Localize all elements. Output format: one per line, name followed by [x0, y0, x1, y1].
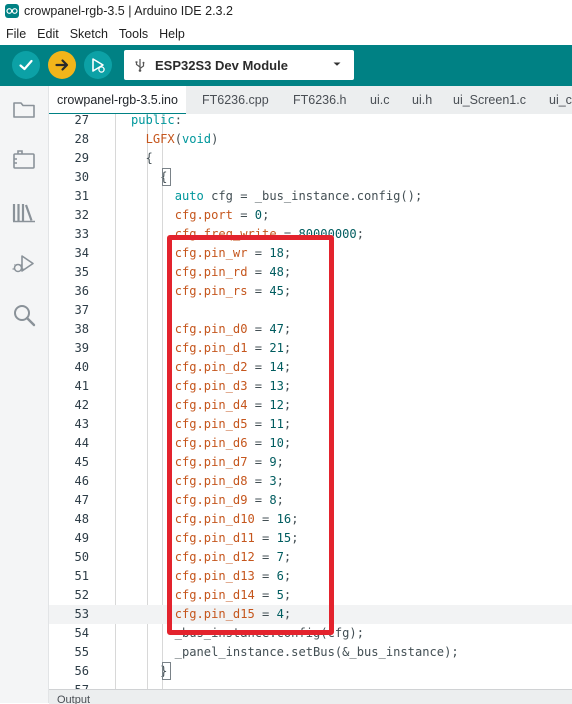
editor-tabs: crowpanel-rgb-3.5.ino FT6236.cpp FT6236.… [49, 86, 572, 115]
menu-sketch[interactable]: Sketch [64, 27, 113, 41]
output-panel: Output [49, 689, 572, 704]
code-text: public: [131, 114, 182, 127]
line-number: 55 [74, 645, 89, 659]
highlight-annotation-box [167, 235, 334, 635]
board-selector[interactable]: ESP32S3 Dev Module [124, 50, 354, 80]
board-name: ESP32S3 Dev Module [155, 57, 288, 73]
line-number: 27 [74, 114, 89, 127]
upload-button[interactable] [48, 51, 76, 79]
tab-ui-screen1-c[interactable]: ui_Screen1.c [453, 86, 526, 114]
line-number: 30 [74, 170, 89, 184]
code-line[interactable]: 55 _panel_instance.setBus(&_bus_instance… [49, 643, 572, 662]
line-number: 32 [74, 208, 89, 222]
line-number: 56 [74, 664, 89, 678]
line-number: 57 [49, 681, 89, 689]
code-line[interactable]: 28 LGFX(void) [49, 130, 572, 149]
line-number: 53 [74, 607, 89, 621]
usb-icon [135, 59, 145, 72]
menu-help[interactable]: Help [153, 27, 190, 41]
debug-icon[interactable] [11, 251, 37, 277]
search-icon[interactable] [11, 302, 37, 328]
tab-ft6236-h[interactable]: FT6236.h [293, 86, 347, 114]
menu-file[interactable]: File [0, 27, 31, 41]
line-number: 33 [74, 227, 89, 241]
line-number: 45 [74, 455, 89, 469]
debug-icon [92, 58, 105, 73]
window-title: crowpanel-rgb-3.5 | Arduino IDE 2.3.2 [24, 4, 233, 18]
checkmark-icon [19, 59, 33, 71]
line-number: 38 [74, 322, 89, 336]
arduino-logo-icon [5, 4, 19, 18]
menu-tools[interactable]: Tools [113, 27, 153, 41]
arrow-right-icon [55, 59, 69, 71]
code-text: LGFX(void) [145, 132, 219, 146]
line-number: 39 [74, 341, 89, 355]
code-text: auto cfg = _bus_instance.config(); [174, 189, 423, 203]
line-number: 37 [74, 303, 89, 317]
sidebar [0, 86, 49, 703]
line-number: 40 [74, 360, 89, 374]
line-number: 50 [74, 550, 89, 564]
line-number: 43 [74, 417, 89, 431]
code-line[interactable]: 29 { [49, 149, 572, 168]
line-number: 51 [74, 569, 89, 583]
line-number: 36 [74, 284, 89, 298]
line-number: 42 [74, 398, 89, 412]
code-line[interactable]: 27 public: [49, 114, 572, 130]
line-number: 29 [74, 151, 89, 165]
debug-button[interactable] [84, 51, 112, 79]
code-line[interactable]: 57 [49, 681, 572, 689]
line-number: 47 [74, 493, 89, 507]
tab-crowpanel-rgb-ino[interactable]: crowpanel-rgb-3.5.ino [49, 86, 186, 114]
code-text: cfg.port = 0; [174, 208, 270, 222]
verify-button[interactable] [12, 51, 40, 79]
line-number: 48 [74, 512, 89, 526]
line-number: 54 [74, 626, 89, 640]
tab-ui-c[interactable]: ui.c [370, 86, 389, 114]
line-number: 44 [74, 436, 89, 450]
chevron-down-icon [333, 62, 341, 66]
bracket-match-open [162, 168, 171, 186]
toolbar: ESP32S3 Dev Module [0, 45, 572, 86]
line-number: 28 [74, 132, 89, 146]
line-number: 35 [74, 265, 89, 279]
line-number: 46 [74, 474, 89, 488]
tab-ui-c-overflow[interactable]: ui_c [549, 86, 572, 114]
code-text: _panel_instance.setBus(&_bus_instance); [131, 645, 459, 659]
line-number: 52 [74, 588, 89, 602]
code-line[interactable]: 30 { [49, 168, 572, 187]
code-text: { [131, 151, 153, 165]
line-number: 41 [74, 379, 89, 393]
line-number: 34 [74, 246, 89, 260]
library-icon[interactable] [11, 199, 37, 225]
board-manager-icon[interactable] [11, 147, 37, 173]
code-line[interactable]: 32 cfg.port = 0; [49, 206, 572, 225]
menu-bar: File Edit Sketch Tools Help [0, 24, 572, 44]
title-bar: crowpanel-rgb-3.5 | Arduino IDE 2.3.2 [0, 0, 572, 22]
code-line[interactable]: 56 } [49, 662, 572, 681]
line-number: 31 [74, 189, 89, 203]
bracket-match-close [162, 662, 171, 680]
code-line[interactable]: 31 auto cfg = _bus_instance.config(); [49, 187, 572, 206]
folder-icon[interactable] [11, 96, 37, 122]
tab-ui-h[interactable]: ui.h [412, 86, 432, 114]
line-number: 49 [74, 531, 89, 545]
menu-edit[interactable]: Edit [31, 27, 64, 41]
tab-ft6236-cpp[interactable]: FT6236.cpp [202, 86, 269, 114]
